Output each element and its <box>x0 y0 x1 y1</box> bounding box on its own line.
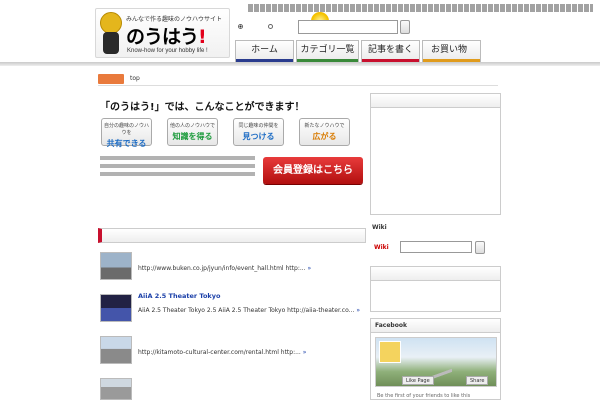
article-title[interactable]: AiiA 2.5 Theater Tokyo <box>138 292 364 300</box>
facebook-box-title: Facebook <box>371 319 500 333</box>
facebook-footer-text: Be the first of your friends to like thi… <box>377 393 471 399</box>
header-divider <box>0 62 600 66</box>
breadcrumb: top <box>98 74 498 86</box>
nav-tab-write[interactable]: 記事を書く <box>361 40 420 62</box>
article-thumbnail[interactable] <box>100 336 132 364</box>
nav-tab-categories[interactable]: カテゴリ一覧 <box>296 40 359 62</box>
article-item: AiiA 2.5 Theater Tokyo AiiA 2.5 Theater … <box>98 292 366 334</box>
sidebar-box-1-title <box>371 94 500 108</box>
breadcrumb-path[interactable]: top <box>130 75 140 82</box>
facebook-like-button[interactable]: Like Page <box>402 376 434 385</box>
site-search <box>238 20 413 36</box>
logo-subtitle: Know-how for your hobby life ! <box>127 48 208 54</box>
facebook-page-avatar[interactable] <box>379 341 401 363</box>
article-excerpt: http://kitamoto-cultural-center.com/rent… <box>138 349 307 356</box>
mascot-icon <box>100 12 122 55</box>
article-item: http://www.buken.co.jp/jyun/info/event_h… <box>98 250 366 292</box>
wiki-label: Wiki <box>374 244 389 251</box>
search-option-2[interactable] <box>268 23 275 30</box>
sidebar-links-box <box>370 266 501 312</box>
article-thumbnail[interactable] <box>100 378 132 400</box>
sidebar-box-1 <box>370 93 501 215</box>
article-item: http://kitamoto-cultural-center.com/rent… <box>98 334 366 376</box>
wiki-search-row: Wiki <box>374 241 499 255</box>
read-more-link[interactable]: » <box>356 307 360 314</box>
feature-find-button[interactable]: 同じ趣味の仲間を 見つける <box>233 118 284 146</box>
nav-tab-shopping[interactable]: お買い物 <box>422 40 481 62</box>
sidebar-links-title <box>371 267 500 281</box>
site-logo[interactable]: みんなで作る趣味のノウハウサイト のうはう! Know-how for your… <box>95 8 329 58</box>
facebook-share-button[interactable]: Share <box>466 376 489 385</box>
facebook-box: Facebook Like Page Share Be the first of… <box>370 318 501 400</box>
article-thumbnail[interactable] <box>100 294 132 322</box>
read-more-link[interactable]: » <box>303 349 307 356</box>
search-button[interactable] <box>400 20 410 34</box>
articles-section-title <box>98 228 366 243</box>
site-header: みんなで作る趣味のノウハウサイト のうはう! Know-how for your… <box>0 0 600 62</box>
article-item <box>98 376 366 400</box>
nav-tab-home[interactable]: ホーム <box>235 40 294 62</box>
search-input[interactable] <box>298 20 398 34</box>
wiki-box-title: Wiki <box>372 224 387 231</box>
article-excerpt: http://www.buken.co.jp/jyun/info/event_h… <box>138 265 312 272</box>
feature-panel: 「のうはう!」では、こんなことができます！ 自分の趣味のノウハウを 共有できる 他… <box>98 92 366 184</box>
wiki-search-box: Wiki Wiki <box>370 221 501 257</box>
wiki-search-input[interactable] <box>400 241 472 253</box>
feature-description <box>100 154 255 176</box>
feature-spread-button[interactable]: 新たなノウハウで 広がる <box>299 118 350 146</box>
article-excerpt: AiiA 2.5 Theater Tokyo 2.5 AiiA 2.5 Thea… <box>138 307 360 314</box>
main-nav: ホーム カテゴリ一覧 記事を書く お買い物 <box>235 40 597 62</box>
search-option-1[interactable] <box>238 23 245 30</box>
read-more-link[interactable]: » <box>308 265 312 272</box>
facebook-cover-image[interactable]: Like Page Share <box>375 337 497 388</box>
logo-title: のうはう! <box>126 26 207 48</box>
feature-title: 「のうはう!」では、こんなことができます！ <box>100 102 305 113</box>
signup-button[interactable]: 会員登録はこちら <box>263 157 363 184</box>
article-thumbnail[interactable] <box>100 252 132 280</box>
feature-learn-button[interactable]: 他の人のノウハウで 知識を得る <box>167 118 218 146</box>
breadcrumb-here <box>98 74 124 84</box>
header-top-strip <box>248 4 593 12</box>
feature-share-button[interactable]: 自分の趣味のノウハウを 共有できる <box>101 118 152 148</box>
wiki-search-button[interactable] <box>475 241 485 254</box>
